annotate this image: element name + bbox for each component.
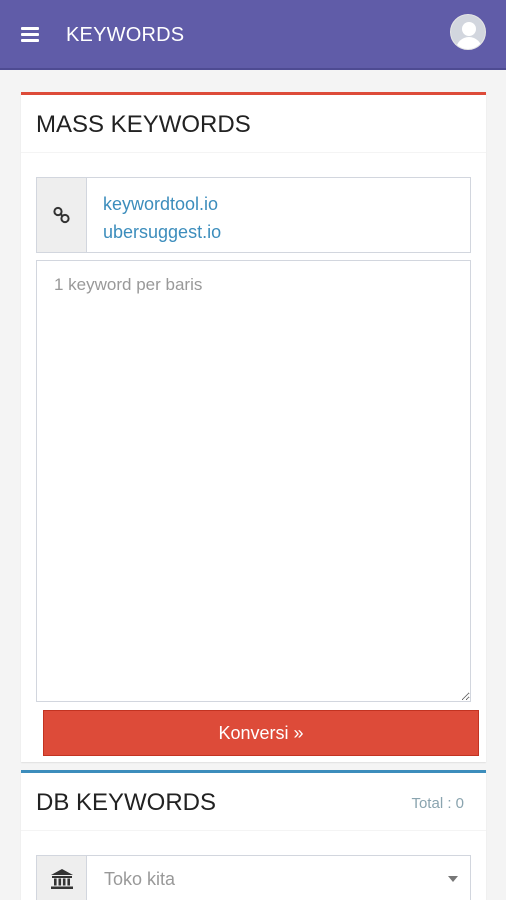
convert-button[interactable]: Konversi » bbox=[43, 710, 479, 756]
chevron-down-icon bbox=[448, 876, 458, 882]
hamburger-menu-icon[interactable] bbox=[21, 27, 39, 42]
db-keywords-panel: DB KEYWORDS Total : 0 Toko kita bbox=[21, 770, 486, 900]
store-select[interactable]: Toko kita bbox=[88, 856, 470, 900]
mass-keywords-title: MASS KEYWORDS bbox=[36, 111, 251, 138]
bank-icon bbox=[37, 856, 87, 900]
link-keywordtool[interactable]: keywordtool.io bbox=[103, 190, 221, 218]
source-links-group: keywordtool.io ubersuggest.io bbox=[36, 177, 471, 253]
top-navbar: KEYWORDS bbox=[0, 0, 506, 70]
db-keywords-header: DB KEYWORDS Total : 0 bbox=[21, 773, 486, 831]
link-ubersuggest[interactable]: ubersuggest.io bbox=[103, 218, 221, 246]
total-count: Total : 0 bbox=[411, 795, 464, 812]
store-select-group: Toko kita bbox=[36, 855, 471, 900]
keywords-textarea[interactable] bbox=[36, 260, 471, 702]
user-avatar-icon[interactable] bbox=[450, 14, 486, 50]
mass-keywords-header: MASS KEYWORDS bbox=[21, 95, 486, 153]
page-title: KEYWORDS bbox=[66, 24, 185, 46]
store-select-value: Toko kita bbox=[104, 869, 176, 889]
chain-link-icon bbox=[37, 178, 87, 252]
db-keywords-title: DB KEYWORDS bbox=[36, 789, 217, 816]
mass-keywords-panel: MASS KEYWORDS keywordtool.io ubersuggest… bbox=[21, 92, 486, 762]
